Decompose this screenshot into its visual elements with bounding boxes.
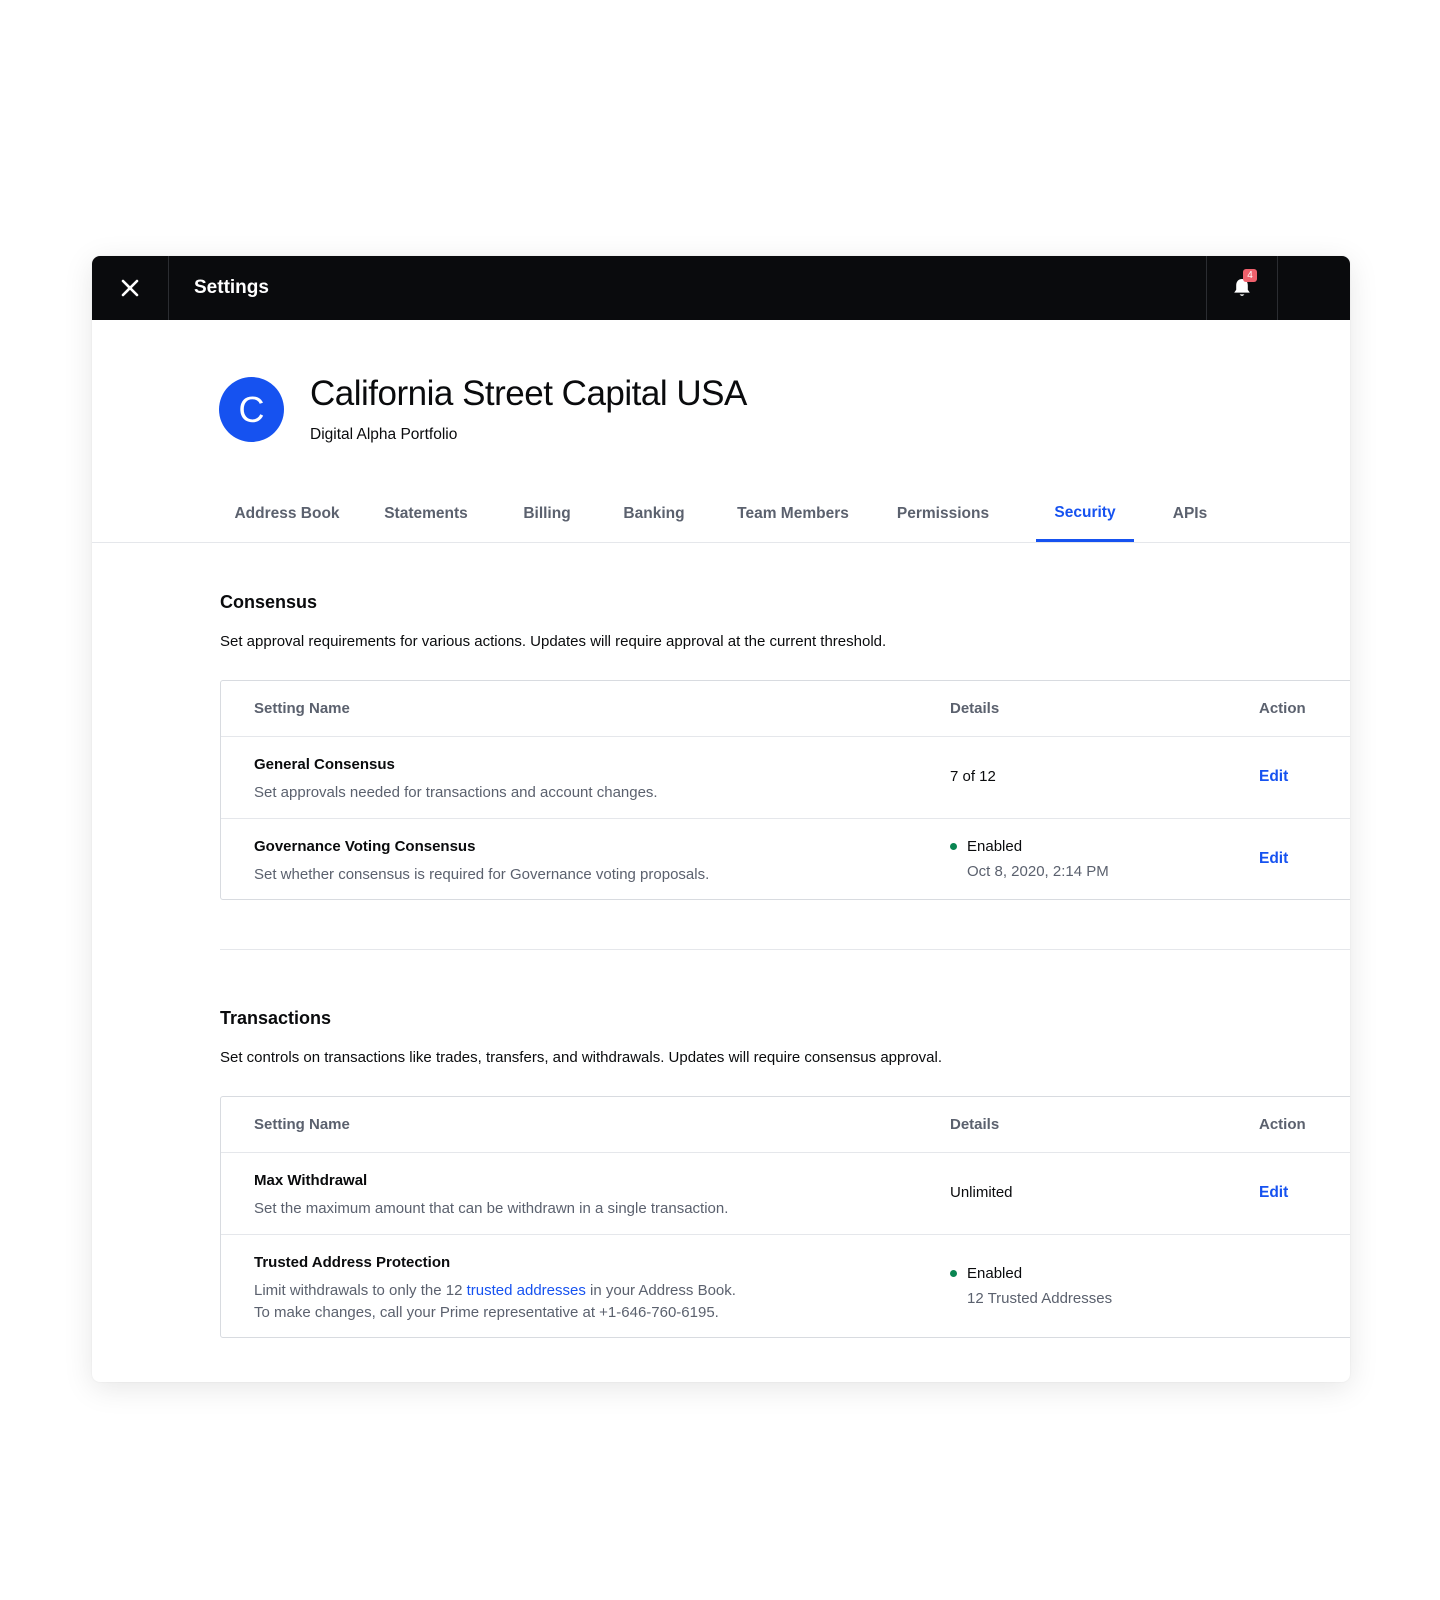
description-text: Limit withdrawals to only the 12: [254, 1282, 467, 1299]
tab-statements[interactable]: Statements: [373, 486, 479, 542]
transactions-table: Setting Name Details Action Max Withdraw…: [220, 1096, 1350, 1338]
notification-badge: 4: [1243, 269, 1257, 282]
transactions-title: Transactions: [220, 1008, 332, 1028]
status-text: Enabled: [967, 1265, 1023, 1282]
header-action: Action: [1259, 1116, 1306, 1133]
setting-details: 7 of 12: [950, 768, 996, 785]
setting-description: Limit withdrawals to only the 12 trusted…: [254, 1280, 736, 1324]
page-title: Settings: [194, 277, 269, 298]
table-row: General Consensus Set approvals needed f…: [221, 737, 1350, 819]
transactions-description: Set controls on transactions like trades…: [220, 1049, 943, 1066]
table-row: Governance Voting Consensus Set whether …: [221, 819, 1350, 899]
section-divider: [220, 949, 1350, 950]
setting-title: General Consensus: [254, 756, 395, 773]
consensus-title: Consensus: [220, 592, 318, 612]
table-header: Setting Name Details Action: [221, 1097, 1350, 1153]
setting-details: Enabled 12 Trusted Addresses: [950, 1265, 1112, 1307]
org-name: California Street Capital USA: [310, 374, 747, 413]
setting-title: Trusted Address Protection: [254, 1254, 451, 1271]
table-row: Max Withdrawal Set the maximum amount th…: [221, 1153, 1350, 1235]
notifications-button[interactable]: 4: [1206, 256, 1278, 320]
setting-title: Max Withdrawal: [254, 1172, 368, 1189]
tab-security[interactable]: Security: [1036, 486, 1134, 542]
close-button[interactable]: [92, 256, 169, 320]
table-row: Trusted Address Protection Limit withdra…: [221, 1235, 1350, 1337]
status-dot: [950, 1270, 957, 1277]
header-setting-name: Setting Name: [254, 1116, 350, 1133]
org-subtitle: Digital Alpha Portfolio: [310, 426, 458, 443]
setting-details: Unlimited: [950, 1184, 1013, 1201]
consensus-description: Set approval requirements for various ac…: [220, 633, 887, 650]
status-timestamp: Oct 8, 2020, 2:14 PM: [967, 863, 1109, 880]
tab-billing[interactable]: Billing: [507, 486, 587, 542]
header-details: Details: [950, 700, 1000, 717]
header-action: Action: [1259, 700, 1306, 717]
tab-permissions[interactable]: Permissions: [887, 486, 999, 542]
setting-description: Set whether consensus is required for Go…: [254, 866, 710, 883]
setting-title: Governance Voting Consensus: [254, 838, 476, 855]
header-details: Details: [950, 1116, 1000, 1133]
consensus-table: Setting Name Details Action General Cons…: [220, 680, 1350, 900]
trusted-address-count: 12 Trusted Addresses: [967, 1290, 1113, 1307]
tab-address-book[interactable]: Address Book: [227, 486, 347, 542]
table-header: Setting Name Details Action: [221, 681, 1350, 737]
tab-apis[interactable]: APIs: [1154, 486, 1226, 542]
edit-button[interactable]: Edit: [1259, 1184, 1288, 1202]
setting-description: Set approvals needed for transactions an…: [254, 784, 658, 801]
status-dot: [950, 843, 957, 850]
header-setting-name: Setting Name: [254, 700, 350, 717]
top-bar: Settings 4: [92, 256, 1350, 320]
status-text: Enabled: [967, 838, 1023, 855]
edit-button[interactable]: Edit: [1259, 850, 1288, 868]
setting-description: Set the maximum amount that can be withd…: [254, 1200, 729, 1217]
description-text: in your Address Book.: [585, 1282, 736, 1299]
settings-window: Settings 4 C California Street Capital U…: [92, 256, 1350, 1382]
setting-details: Enabled Oct 8, 2020, 2:14 PM: [950, 838, 1109, 880]
avatar: C: [219, 377, 284, 442]
tab-team-members[interactable]: Team Members: [725, 486, 861, 542]
close-icon: [121, 279, 139, 297]
edit-button[interactable]: Edit: [1259, 768, 1288, 786]
description-text: To make changes, call your Prime represe…: [254, 1304, 719, 1321]
tab-bar: Address Book Statements Billing Banking …: [92, 486, 1350, 543]
trusted-addresses-link[interactable]: trusted addresses: [467, 1282, 586, 1299]
tab-banking[interactable]: Banking: [609, 486, 699, 542]
